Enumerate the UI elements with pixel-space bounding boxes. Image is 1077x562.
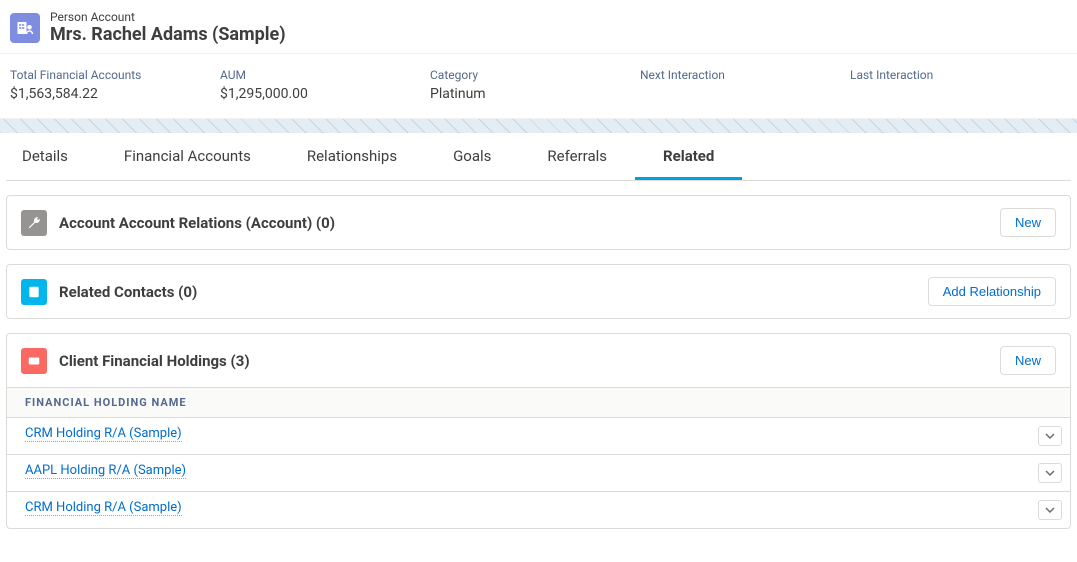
record-type-label: Person Account (50, 10, 286, 24)
table-row: AAPL Holding R/A (Sample) (7, 455, 1070, 492)
tab-financial-accounts[interactable]: Financial Accounts (96, 133, 279, 180)
record-header: Person Account Mrs. Rachel Adams (Sample… (0, 0, 1077, 53)
tab-bar: Details Financial Accounts Relationships… (6, 133, 1071, 181)
card-related-contacts: Related Contacts (0) Add Relationship (6, 264, 1071, 319)
kpi-next-interaction: Next Interaction (640, 68, 780, 102)
kpi-label: AUM (220, 68, 360, 82)
tab-relationships[interactable]: Relationships (279, 133, 425, 180)
row-menu-button[interactable] (1038, 500, 1062, 520)
card-client-financial-holdings: Client Financial Holdings (3) New Financ… (6, 333, 1071, 529)
kpi-category: Category Platinum (430, 68, 570, 102)
tab-related[interactable]: Related (635, 133, 742, 180)
row-menu-button[interactable] (1038, 426, 1062, 446)
contact-icon (21, 279, 47, 305)
record-title: Mrs. Rachel Adams (Sample) (50, 24, 286, 45)
person-account-icon (10, 13, 40, 43)
holding-link[interactable]: CRM Holding R/A (Sample) (25, 500, 182, 516)
chevron-down-icon (1045, 433, 1055, 439)
tab-goals[interactable]: Goals (425, 133, 519, 180)
new-relation-button[interactable]: New (1000, 208, 1056, 237)
row-menu-button[interactable] (1038, 463, 1062, 483)
kpi-total-financial-accounts: Total Financial Accounts $1,563,584.22 (10, 68, 150, 102)
kpi-value: Platinum (430, 86, 570, 102)
holding-link[interactable]: AAPL Holding R/A (Sample) (25, 463, 186, 479)
tab-referrals[interactable]: Referrals (519, 133, 635, 180)
chevron-down-icon (1045, 507, 1055, 513)
kpi-label: Category (430, 68, 570, 82)
add-relationship-button[interactable]: Add Relationship (928, 277, 1056, 306)
kpi-last-interaction: Last Interaction (850, 68, 990, 102)
tab-details[interactable]: Details (6, 133, 96, 180)
table-row: CRM Holding R/A (Sample) (7, 418, 1070, 455)
kpi-aum: AUM $1,295,000.00 (220, 68, 360, 102)
kpi-label: Next Interaction (640, 68, 780, 82)
holdings-icon (21, 348, 47, 374)
column-header-financial-holding-name: Financial Holding Name (7, 387, 1070, 418)
new-holding-button[interactable]: New (1000, 346, 1056, 375)
kpi-label: Last Interaction (850, 68, 990, 82)
table-row: CRM Holding R/A (Sample) (7, 492, 1070, 528)
background-pattern (0, 119, 1077, 133)
card-account-relations: Account Account Relations (Account) (0) … (6, 195, 1071, 250)
card-title: Client Financial Holdings (3) (59, 352, 1000, 370)
kpi-value: $1,563,584.22 (10, 86, 150, 102)
kpi-row: Total Financial Accounts $1,563,584.22 A… (0, 53, 1077, 119)
wrench-icon (21, 210, 47, 236)
chevron-down-icon (1045, 470, 1055, 476)
card-title: Account Account Relations (Account) (0) (59, 214, 1000, 232)
holding-link[interactable]: CRM Holding R/A (Sample) (25, 426, 182, 442)
kpi-value: $1,295,000.00 (220, 86, 360, 102)
kpi-label: Total Financial Accounts (10, 68, 150, 82)
card-title: Related Contacts (0) (59, 283, 928, 301)
